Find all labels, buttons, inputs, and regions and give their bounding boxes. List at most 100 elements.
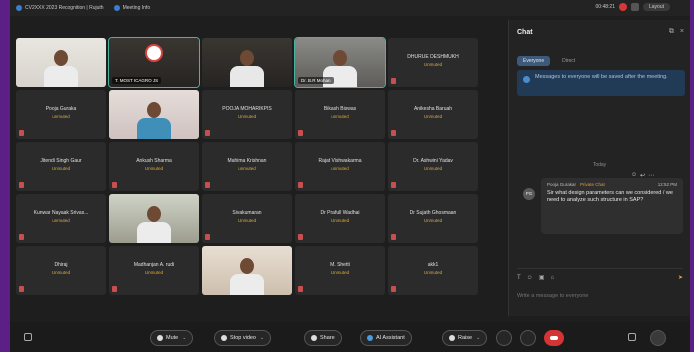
participant-label: Dr. B.R Mohan [298,77,334,84]
participant-tile[interactable]: Mahima Krishnan unmuted [202,142,292,191]
participant-status: Unmuted [330,218,350,223]
person-head [240,258,254,274]
microphone-icon [157,335,163,341]
participant-tile[interactable] [109,90,199,139]
message-body: Sir what design parameters can we consid… [547,190,673,203]
participant-tile[interactable]: Dr. B.R Mohan [294,37,386,88]
muted-mic-icon [19,286,24,292]
participant-tile[interactable]: T. MOST ICAGRO JS [108,37,200,88]
participant-label: T. MOST ICAGRO JS [112,77,162,84]
chat-recipient-row: Everyone Direct [517,56,581,66]
avatar: PG [523,188,535,200]
meeting-app: CV2XXX 2023 Recognition | Rujuth Meeting… [10,0,690,352]
muted-mic-icon [391,286,396,292]
text-format-icon[interactable]: T [517,275,521,281]
muted-mic-icon [205,182,210,188]
titlebar-right: 00:48:21 Layout [596,3,670,11]
muted-mic-icon [205,234,210,240]
send-icon[interactable]: ➤ [678,274,683,281]
gif-icon[interactable]: ▣ [539,274,545,281]
record-icon[interactable] [618,3,627,11]
participant-tile[interactable]: Sivakumaran Unmuted [202,194,292,243]
participant-status: Unmuted [144,270,164,275]
participant-tile[interactable]: Pooja Guraka unmuted [16,90,106,139]
participant-status: Unmuted [423,270,443,275]
meeting-icon [16,5,22,11]
logo-icon [145,44,163,62]
meeting-timer: 00:48:21 [595,4,615,10]
person-head [147,102,161,118]
participant-tile[interactable]: Madhanjan A. rudi Unmuted [109,246,199,295]
muted-mic-icon [298,130,303,136]
participant-tile[interactable]: Anikesha Baruah Unmuted [388,90,478,139]
participant-name: Madhanjan A. rudi [133,262,175,268]
participant-name: Dhiraj [54,262,68,268]
share-button[interactable]: Share [304,330,342,346]
participant-tile[interactable] [202,246,292,295]
participant-tile[interactable]: Jitendi Singh Gaur Unmuted [16,142,106,191]
close-icon[interactable]: × [680,28,684,36]
person-body [137,118,171,139]
mute-button[interactable]: Mute ⌄ [150,330,194,346]
participant-tile[interactable]: Ankush Sharma Unmuted [109,142,199,191]
participant-tile[interactable]: DHURUE DESHMUKH Unmuted [388,38,478,87]
raise-label: Raise [458,335,473,341]
participant-status: Unmuted [423,166,443,171]
participant-tile[interactable]: M. Shetti Unmuted [295,246,385,295]
participant-tile[interactable] [109,194,199,243]
composer-toolbar: T ☺ ▣ ⌂ ➤ [517,268,683,282]
participant-status: Unmuted [51,270,71,275]
recipient-everyone[interactable]: Everyone [517,56,551,66]
participant-status: unmuted [52,114,70,119]
settings-icon[interactable] [24,333,32,341]
stop-video-button[interactable]: Stop video ⌄ [214,330,272,346]
emoji-icon[interactable]: ☺ [527,275,533,281]
person-head [333,50,347,66]
participant-status: unmuted [331,166,349,171]
participant-status: Unmuted [330,270,350,275]
participant-tile[interactable]: akk1 Unmuted [388,246,478,295]
more-options-button[interactable] [520,330,536,346]
participant-tile[interactable]: Dr Prafull Wadhai Unmuted [295,194,385,243]
person-body [44,66,78,87]
chat-message: Pooja Gurakar Private Chat 12:52 PM Sir … [541,178,683,234]
titlebar-item[interactable]: Meeting Info [113,5,150,11]
participant-tile[interactable]: Kunwar Nayaak Srivas... unmuted [16,194,106,243]
title-bar: CV2XXX 2023 Recognition | Rujuth Meeting… [10,0,690,16]
grid-icon[interactable] [630,3,639,11]
raise-hand-button[interactable]: Raise ⌄ [442,330,488,346]
participant-tile[interactable]: POOJA MOHARIKPIS Unmuted [202,90,292,139]
participant-tile[interactable] [202,38,292,87]
attach-icon[interactable]: ⌂ [550,275,554,281]
participant-status: Unmuted [237,218,257,223]
reactions-button[interactable] [496,330,512,346]
participant-tile[interactable]: Bikash Biswas unmuted [295,90,385,139]
chat-toggle-button[interactable] [650,330,666,346]
participant-name: Bikash Biswas [323,106,357,112]
participant-name: DHURUE DESHMUKH [407,54,459,60]
message-tag: Private Chat [580,182,605,187]
participant-tile[interactable]: Dr. Ashwini Yadav Unmuted [388,142,478,191]
participants-icon[interactable] [628,333,636,341]
participant-tile[interactable]: Dhiraj Unmuted [16,246,106,295]
popout-icon[interactable]: ⧉ [669,28,674,36]
participant-name: Pooja Guraka [45,106,77,112]
date-separator: Today [592,162,607,168]
participant-name: Dr Sujath Ghosmaan [409,210,457,216]
titlebar-item[interactable]: CV2XXX 2023 Recognition | Rujuth [16,5,104,11]
participant-status: unmuted [238,166,256,171]
person-head [54,50,68,66]
chat-input[interactable] [517,288,683,304]
participant-tile[interactable]: Dr Sujath Ghosmaan Unmuted [388,194,478,243]
participant-tile[interactable]: Rajat Vishwakarma unmuted [295,142,385,191]
muted-mic-icon [205,130,210,136]
participant-grid: T. MOST ICAGRO JS Dr. B.R Mohan DHURUE DES… [16,37,478,295]
muted-mic-icon [112,286,117,292]
message-sender: Pooja Gurakar [547,182,577,187]
participant-name: akk1 [427,262,439,268]
participant-tile[interactable] [16,38,106,87]
ai-assistant-button[interactable]: AI Assistant [360,330,412,346]
recipient-direct[interactable]: Direct [556,56,581,66]
leave-meeting-button[interactable] [544,330,564,346]
layout-button[interactable]: Layout [642,3,670,11]
